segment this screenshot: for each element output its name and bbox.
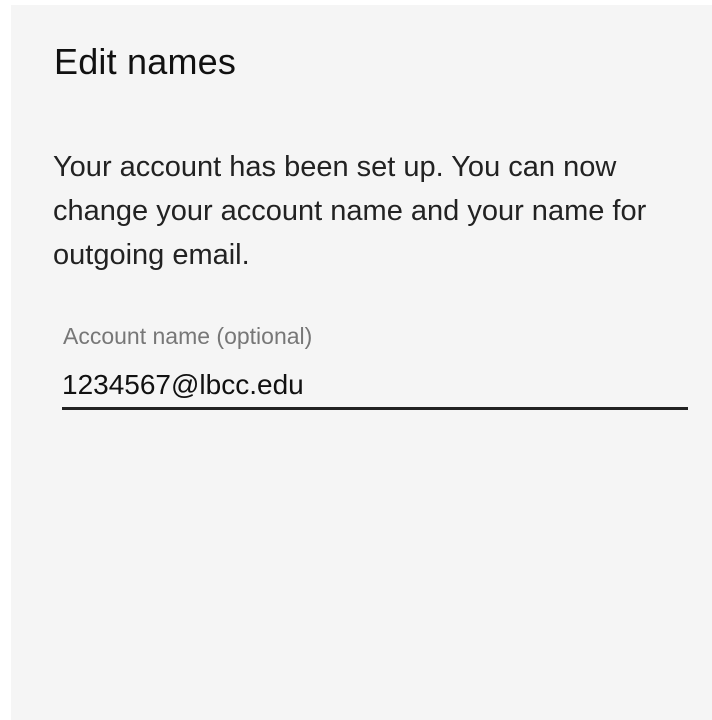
setup-message: Your account has been set up. You can no…	[53, 151, 647, 271]
edit-names-dialog: Edit names Your account has been set up.…	[11, 5, 712, 720]
account-name-field-container: Account name (optional)	[62, 323, 688, 411]
account-name-label: Account name (optional)	[63, 323, 313, 349]
page-title: Edit names	[54, 41, 237, 82]
account-name-input[interactable]	[62, 363, 688, 410]
